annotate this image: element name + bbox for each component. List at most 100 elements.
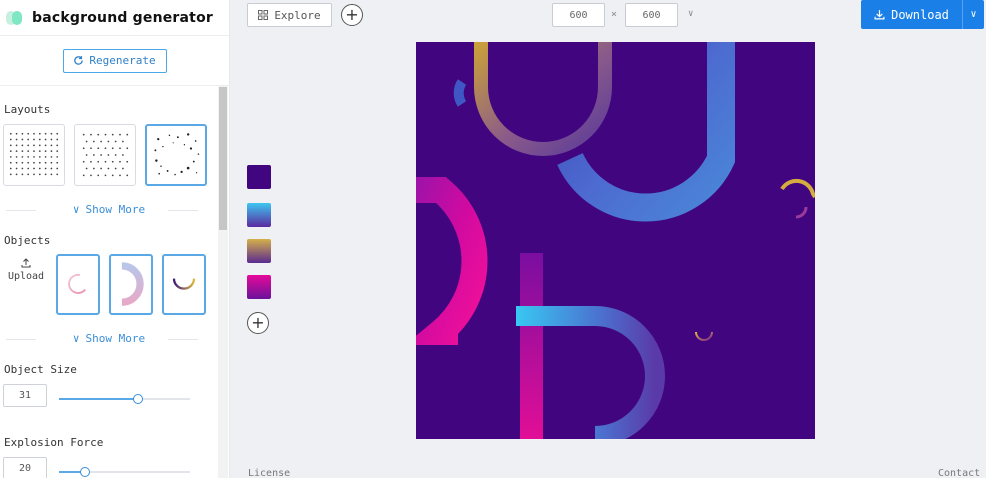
explosion-force-label: Explosion Force [4, 436, 104, 449]
pattern-dot [21, 173, 24, 176]
pattern-dot [90, 160, 92, 163]
pattern-dot [50, 156, 53, 158]
pattern-dot [27, 167, 30, 170]
pattern-dot [90, 174, 92, 177]
pattern-dot [38, 138, 41, 141]
pattern-dot [9, 173, 12, 176]
pattern-dot [56, 173, 59, 176]
pattern-dot [93, 167, 95, 170]
pattern-dot [21, 167, 24, 170]
width-input[interactable]: 600 [552, 3, 605, 27]
pattern-dot [107, 140, 110, 143]
explore-label: Explore [274, 8, 321, 22]
add-button[interactable]: + [341, 4, 363, 26]
pattern-dot [38, 132, 41, 135]
pattern-dot [9, 144, 12, 147]
regenerate-button[interactable]: Regenerate [62, 48, 167, 73]
pattern-dot [44, 144, 47, 147]
pattern-dot [114, 154, 117, 156]
pattern-dot [111, 133, 114, 136]
pattern-dot [44, 167, 47, 170]
plus-icon: + [345, 5, 359, 24]
add-color-button[interactable]: + [247, 312, 269, 334]
object-size-slider[interactable] [59, 393, 190, 405]
chevron-down-icon[interactable]: ∨ [688, 9, 693, 19]
pattern-dot [38, 150, 41, 152]
pattern-dot [21, 161, 24, 164]
layouts-show-more[interactable]: ∨ Show More [0, 203, 218, 216]
object-size-label: Object Size [4, 363, 77, 376]
slider-handle[interactable] [133, 394, 143, 404]
pattern-dot [100, 140, 102, 143]
download-button[interactable]: Download [861, 0, 962, 29]
color-swatch[interactable] [247, 275, 271, 299]
pattern-dot [50, 144, 53, 147]
refresh-icon [74, 56, 84, 65]
pattern-dot [27, 173, 30, 176]
upload-button[interactable]: Upload [4, 258, 48, 282]
pattern-dot [56, 167, 59, 170]
pattern-dot [100, 167, 102, 170]
pattern-dot [21, 156, 24, 158]
object-option-small-arc[interactable] [162, 254, 206, 315]
pattern-dot [97, 174, 100, 177]
contact-link[interactable]: Contact [938, 468, 980, 478]
object-size-input[interactable]: 31 [3, 384, 47, 407]
pattern-dot [33, 138, 35, 141]
download-options-button[interactable]: ∨ [962, 0, 984, 29]
object-option-thin-ring[interactable] [56, 254, 100, 315]
pattern-dot [33, 156, 35, 158]
pattern-dot [114, 140, 117, 143]
pattern-dot [104, 147, 107, 150]
download-icon [874, 10, 885, 20]
pattern-dot [33, 132, 35, 135]
pattern-dot [50, 173, 53, 176]
pattern-dot [56, 150, 59, 152]
pattern-dot [56, 132, 59, 135]
object-option-thick-arc[interactable] [109, 254, 153, 315]
pattern-dot [82, 160, 85, 163]
plus-icon: + [251, 313, 265, 332]
explosion-force-input[interactable]: 20 [3, 457, 47, 478]
small-arc-icon [172, 278, 196, 290]
grid-pattern-icon [9, 132, 59, 176]
pattern-dot [90, 147, 92, 150]
pattern-dot [50, 161, 53, 164]
explosion-force-slider[interactable] [59, 466, 190, 478]
pattern-dot [107, 154, 110, 156]
color-swatch[interactable] [247, 165, 271, 189]
upload-label: Upload [7, 271, 45, 282]
upload-icon [21, 258, 31, 268]
pattern-dot [107, 167, 110, 170]
layout-option-scattered[interactable] [145, 124, 207, 186]
objects-show-more[interactable]: ∨ Show More [0, 332, 218, 345]
sidebar-scroll-thumb[interactable] [219, 87, 227, 230]
pattern-dot [119, 160, 121, 163]
regenerate-label: Regenerate [89, 54, 156, 67]
license-link[interactable]: License [248, 468, 290, 478]
pattern-dot [33, 167, 35, 170]
pattern-dot [119, 174, 121, 177]
explore-button[interactable]: Explore [247, 3, 332, 27]
pattern-dot [82, 133, 85, 136]
objects-heading: Objects [4, 234, 51, 247]
pattern-dot [44, 173, 47, 176]
pattern-dot [15, 150, 18, 152]
pattern-dot [33, 150, 35, 152]
pattern-dot [9, 138, 12, 141]
height-input[interactable]: 600 [625, 3, 678, 27]
pattern-dot [50, 150, 53, 152]
pattern-dot [15, 156, 18, 158]
color-swatch[interactable] [247, 239, 271, 263]
brand-logo-icon [6, 10, 24, 25]
color-swatch[interactable] [247, 203, 271, 227]
pattern-dot [38, 161, 41, 164]
regenerate-row: Regenerate [0, 36, 229, 86]
layout-option-grid[interactable] [3, 124, 65, 186]
sidebar: background generator Regenerate Layouts … [0, 0, 230, 478]
layout-option-staggered[interactable] [74, 124, 136, 186]
slider-handle[interactable] [80, 467, 90, 477]
thick-arc-icon [121, 262, 144, 306]
pattern-dot [97, 147, 100, 150]
layouts-heading: Layouts [4, 103, 51, 116]
